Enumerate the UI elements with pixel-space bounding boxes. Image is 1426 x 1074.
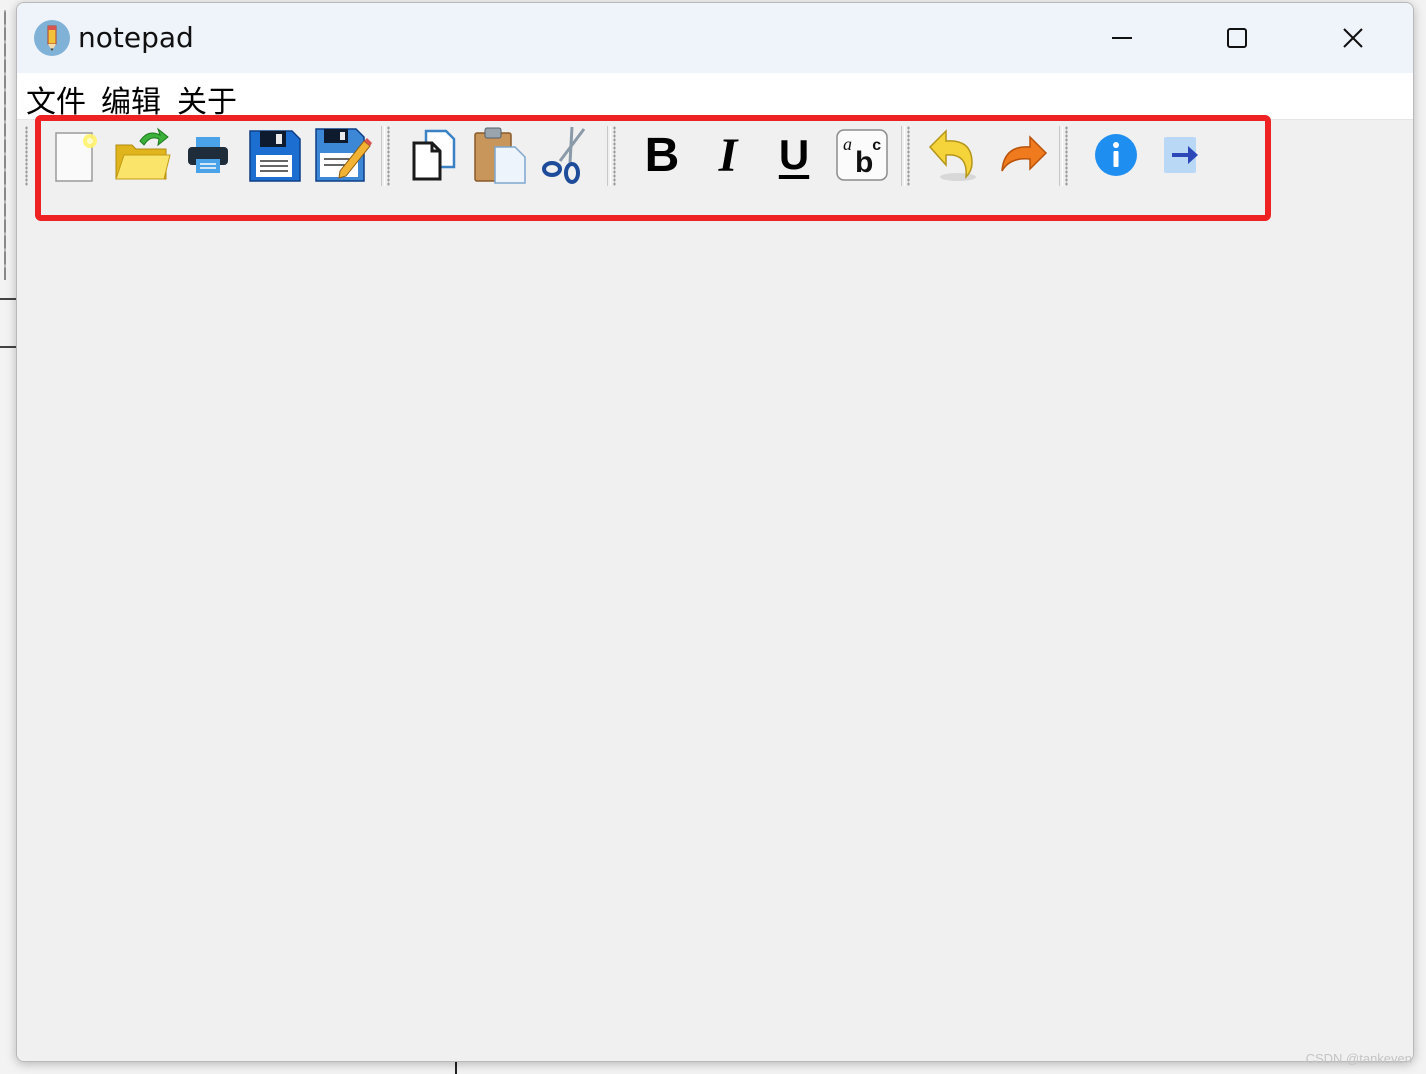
text-editor-area[interactable] <box>17 192 1413 1061</box>
desktop-dots <box>4 10 6 280</box>
minimize-icon <box>1112 37 1132 39</box>
close-icon <box>1343 28 1363 48</box>
maximize-button[interactable] <box>1179 3 1295 73</box>
desktop-line <box>455 1060 457 1074</box>
notepad-window: notepad 文件 编辑 关于 B I U a b c <box>16 2 1414 1062</box>
app-pencil-icon <box>34 20 70 56</box>
toolbar-highlight-box <box>35 115 1271 221</box>
menu-bar: 文件 编辑 关于 <box>17 73 1413 120</box>
desktop-line <box>0 298 16 300</box>
close-button[interactable] <box>1295 3 1411 73</box>
minimize-button[interactable] <box>1064 3 1180 73</box>
toolbar-grip[interactable] <box>25 126 28 186</box>
desktop-line <box>0 346 16 348</box>
window-title: notepad <box>78 21 194 54</box>
maximize-icon <box>1227 28 1247 48</box>
watermark: CSDN @tankeven <box>1305 1051 1412 1066</box>
title-bar[interactable]: notepad <box>17 3 1413 73</box>
